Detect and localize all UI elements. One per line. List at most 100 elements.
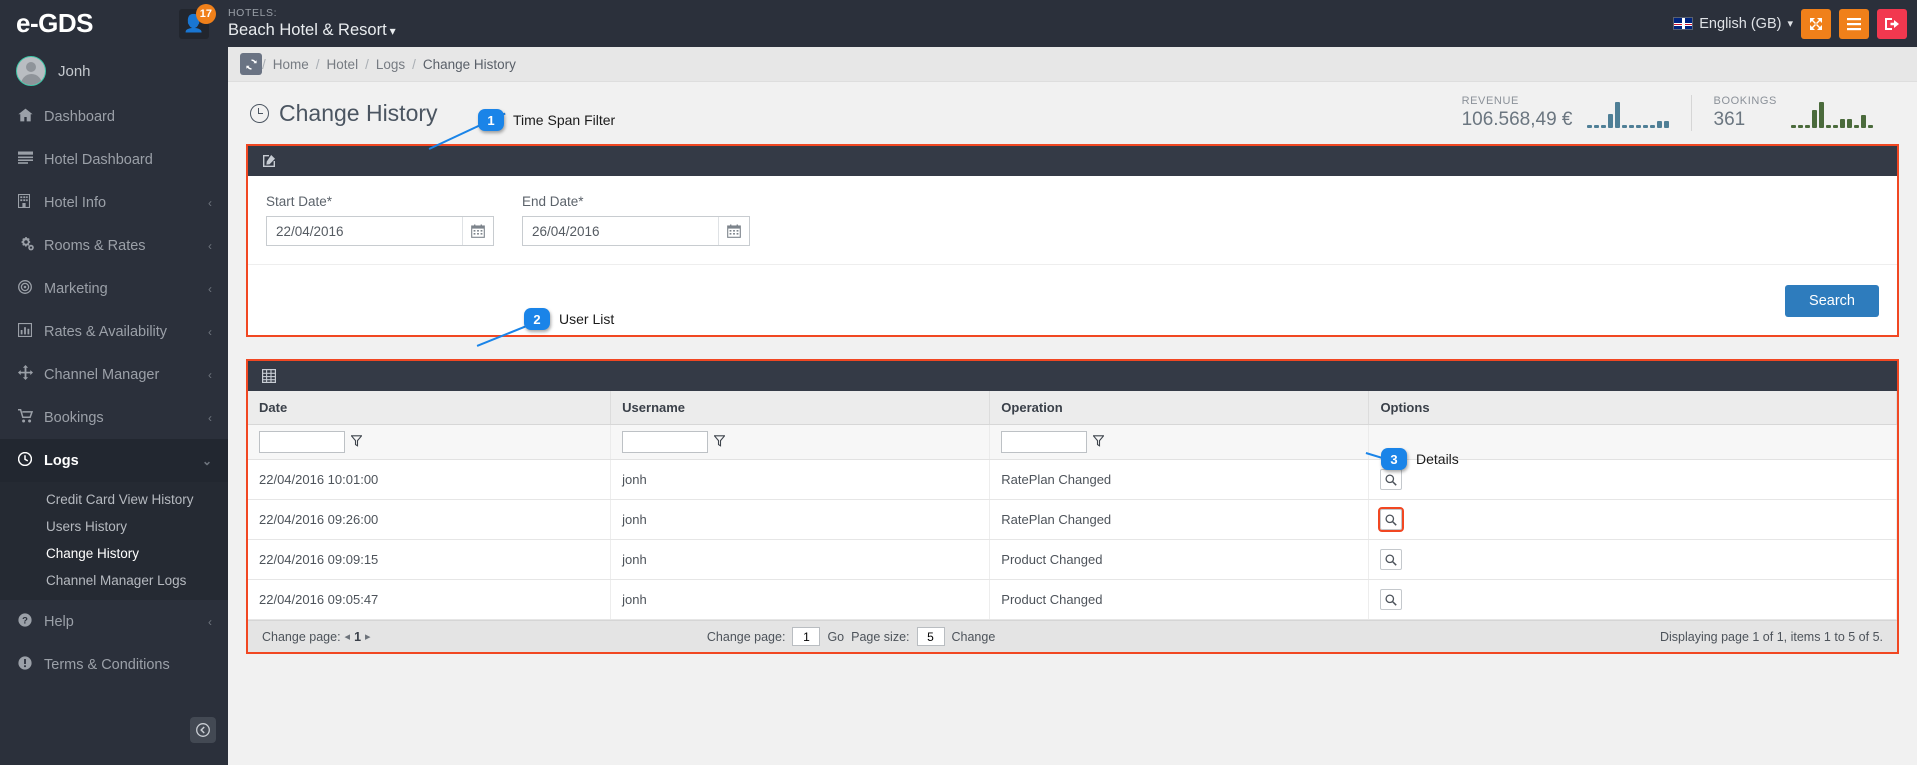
sidebar: Jonh Dashboard Hotel Dashboard Hotel Info ‹… (0, 47, 228, 765)
page-number-input[interactable] (792, 627, 821, 646)
calendar-icon[interactable] (718, 217, 749, 245)
filter-funnel-icon[interactable] (713, 434, 726, 450)
cell-operation: Product Changed (989, 579, 1370, 620)
sidebar-item-marketing[interactable]: Marketing ‹ (0, 267, 228, 310)
sidebar-subitem-change-history[interactable]: Change History (0, 540, 228, 567)
change-button[interactable]: Change (952, 630, 996, 644)
sidebar-item-hotel-dashboard[interactable]: Hotel Dashboard (0, 138, 228, 181)
cogs-icon (18, 236, 44, 255)
end-date-input-group[interactable] (522, 216, 750, 246)
breadcrumb: / Home / Hotel / Logs / Change History (228, 47, 1917, 82)
stat-label: BOOKINGS (1713, 95, 1777, 107)
cell-options (1368, 579, 1897, 620)
breadcrumb-item-logs[interactable]: Logs (369, 57, 412, 72)
details-button[interactable] (1380, 549, 1403, 570)
topbar-actions: English (GB) ▾ (1673, 8, 1917, 39)
logout-button[interactable] (1877, 8, 1907, 39)
page-controls: Change page: Go Page size: Change (707, 627, 995, 646)
details-button[interactable] (1380, 589, 1403, 610)
user-list-card: Date Username Operation Options 22/04/2016 … (246, 359, 1899, 654)
column-header-date[interactable]: Date (248, 391, 612, 425)
cell-options (1368, 499, 1897, 540)
cell-operation: RatePlan Changed (989, 459, 1370, 500)
expand-arrows-icon (1810, 17, 1822, 30)
sidebar-subitem-users-history[interactable]: Users History (0, 513, 228, 540)
search-button[interactable]: Search (1785, 285, 1879, 317)
cell-username: jonh (610, 539, 991, 580)
cart-icon (18, 408, 44, 427)
sidebar-subitem-channel-manager-logs[interactable]: Channel Manager Logs (0, 567, 228, 594)
sidebar-user[interactable]: Jonh (0, 47, 228, 95)
filter-input-username[interactable] (622, 431, 709, 453)
collapse-sidebar-button[interactable] (190, 717, 216, 743)
table-row[interactable]: 22/04/2016 09:05:47 jonh Product Changed (248, 579, 1897, 620)
breadcrumb-item-hotel[interactable]: Hotel (320, 57, 366, 72)
uk-flag-icon (1673, 17, 1694, 30)
magnifier-icon (1385, 593, 1398, 606)
sidebar-item-label: Help (44, 613, 74, 630)
breadcrumb-item-change-history[interactable]: Change History (416, 57, 523, 72)
sidebar-item-rooms-rates[interactable]: Rooms & Rates ‹ (0, 224, 228, 267)
sidebar-item-rates-availability[interactable]: Rates & Availability ‹ (0, 310, 228, 353)
table-row[interactable]: 22/04/2016 10:01:00 jonh RatePlan Changed (248, 459, 1897, 500)
sidebar-item-terms-conditions[interactable]: Terms & Conditions (0, 643, 228, 686)
current-page-number[interactable]: 1 (354, 630, 361, 644)
cell-operation: RatePlan Changed (989, 499, 1370, 540)
language-selector[interactable]: English (GB) ▾ (1673, 16, 1793, 32)
column-header-options[interactable]: Options (1368, 391, 1897, 425)
table-row[interactable]: 22/04/2016 09:09:15 jonh Product Changed (248, 539, 1897, 580)
filter-funnel-icon[interactable] (1092, 434, 1106, 450)
cell-options (1368, 539, 1897, 580)
hotel-selector[interactable]: HOTELS: Beach Hotel & Resort ▾ (228, 7, 396, 40)
details-button[interactable] (1378, 507, 1405, 532)
details-button[interactable] (1380, 469, 1403, 490)
end-date-input[interactable] (523, 217, 718, 245)
sidebar-item-channel-manager[interactable]: Channel Manager ‹ (0, 353, 228, 396)
sidebar-item-label: Hotel Dashboard (44, 151, 153, 168)
stat-value: 361 (1713, 109, 1746, 130)
prev-page-button[interactable]: ◂ (341, 630, 355, 643)
hotel-name[interactable]: Beach Hotel & Resort ▾ (228, 21, 396, 40)
sign-out-icon (1885, 17, 1899, 30)
hamburger-icon (1847, 17, 1861, 30)
cell-username: jonh (610, 459, 991, 500)
chevron-left-icon: ‹ (208, 367, 212, 382)
page-size-input[interactable] (916, 627, 945, 646)
filter-funnel-icon[interactable] (350, 434, 363, 450)
go-button[interactable]: Go (827, 630, 844, 644)
fullscreen-button[interactable] (1801, 8, 1831, 39)
annotation-badge-3: 3 (1381, 448, 1407, 470)
sidebar-item-bookings[interactable]: Bookings ‹ (0, 396, 228, 439)
filter-card-body: Start Date* End Date* (248, 176, 1897, 246)
magnifier-icon (1385, 513, 1398, 526)
next-page-button[interactable]: ▸ (361, 630, 375, 643)
filter-input-date[interactable] (259, 431, 345, 453)
edit-icon (263, 155, 275, 167)
sidebar-item-hotel-info[interactable]: Hotel Info ‹ (0, 181, 228, 224)
breadcrumb-item-home[interactable]: Home (266, 57, 316, 72)
sidebar-item-logs[interactable]: Logs ⌄ (0, 439, 228, 482)
sidebar-subitem-credit-card-view-history[interactable]: Credit Card View History (0, 486, 228, 513)
menu-toggle-button[interactable] (1839, 8, 1869, 39)
sidebar-item-label: Logs (44, 452, 79, 469)
column-header-operation[interactable]: Operation (989, 391, 1370, 425)
app-logo[interactable]: e-GDS (0, 0, 168, 47)
table-row[interactable]: 22/04/2016 09:26:00 jonh RatePlan Changed (248, 499, 1897, 540)
start-date-input-group[interactable] (266, 216, 494, 246)
messages-button[interactable]: 👤 17 (168, 0, 220, 47)
filter-input-operation[interactable] (1001, 431, 1088, 453)
sidebar-item-dashboard[interactable]: Dashboard (0, 95, 228, 138)
column-header-username[interactable]: Username (610, 391, 991, 425)
filter-cell-operation (989, 424, 1370, 460)
start-date-input[interactable] (267, 217, 462, 245)
hotel-name-text: Beach Hotel & Resort (228, 21, 387, 40)
refresh-button[interactable] (240, 53, 262, 75)
filter-card-header (248, 146, 1897, 176)
annotation-label-3: Details (1416, 451, 1459, 467)
page-title: Change History (250, 100, 438, 127)
calendar-icon[interactable] (462, 217, 493, 245)
annotation-badge-1: 1 (478, 109, 504, 131)
table-head: Date Username Operation Options (248, 391, 1897, 425)
sidebar-item-help[interactable]: ? Help ‹ (0, 600, 228, 643)
page-size-label: Page size: (851, 629, 910, 644)
